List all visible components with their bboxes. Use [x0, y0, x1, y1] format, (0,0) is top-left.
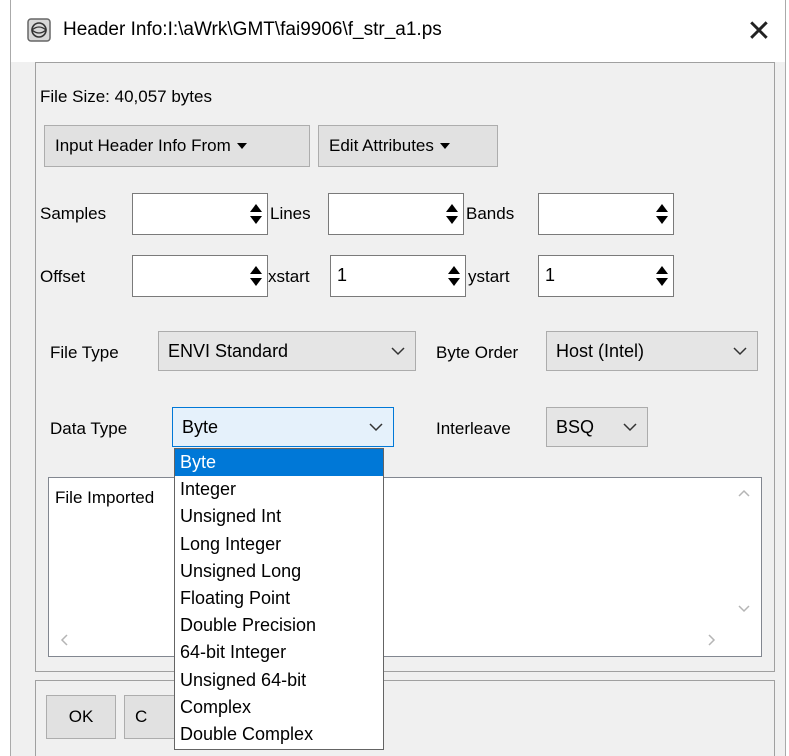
chevron-down-icon: [391, 347, 405, 356]
title-bar[interactable]: Header Info:I:\aWrk\GMT\fai9906\f_str_a1…: [11, 0, 785, 62]
caret-down-icon: [439, 143, 450, 149]
byte-order-value: Host (Intel): [556, 341, 645, 361]
dropdown-option-unsigned-64bit[interactable]: Unsigned 64-bit: [175, 667, 383, 694]
input-header-info-label: Input Header Info From: [55, 136, 231, 155]
window-title: Header Info:I:\aWrk\GMT\fai9906\f_str_a1…: [63, 19, 442, 40]
byte-order-label: Byte Order: [436, 343, 519, 362]
lines-spinner[interactable]: [328, 193, 464, 235]
chevron-down-icon: [369, 423, 383, 432]
header-info-dialog: Header Info:I:\aWrk\GMT\fai9906\f_str_a1…: [10, 0, 786, 756]
chevron-down-icon: [623, 423, 637, 432]
input-header-info-button[interactable]: Input Header Info From: [44, 125, 310, 167]
app-icon: [27, 18, 51, 42]
edit-attributes-label: Edit Attributes: [329, 136, 434, 155]
file-type-label: File Type: [50, 343, 119, 362]
dropdown-option-unsigned-long[interactable]: Unsigned Long: [175, 558, 383, 585]
button-bar: OK C: [35, 680, 775, 756]
spinner-arrows-icon[interactable]: [445, 202, 459, 226]
dropdown-option-floating-point[interactable]: Floating Point: [175, 585, 383, 612]
bands-label: Bands: [466, 204, 515, 223]
data-type-select[interactable]: Byte: [172, 407, 394, 447]
log-textarea[interactable]: File Imported: [48, 477, 762, 657]
horizontal-scrollbar[interactable]: [49, 622, 729, 656]
interleave-label: Interleave: [436, 419, 511, 438]
data-type-dropdown-list[interactable]: Byte Integer Unsigned Int Long Integer U…: [174, 448, 384, 750]
ok-label: OK: [68, 707, 94, 726]
dropdown-option-long-integer[interactable]: Long Integer: [175, 531, 383, 558]
spinner-arrows-icon[interactable]: [655, 202, 669, 226]
ystart-spinner[interactable]: 1: [538, 255, 674, 297]
log-text: File Imported: [55, 488, 155, 507]
data-type-value: Byte: [182, 417, 219, 437]
interleave-value: BSQ: [556, 417, 595, 437]
lines-label: Lines: [270, 204, 311, 223]
spinner-arrows-icon[interactable]: [249, 264, 263, 288]
scroll-right-icon[interactable]: [707, 633, 717, 647]
file-type-select[interactable]: ENVI Standard: [158, 331, 416, 371]
scroll-left-icon[interactable]: [59, 633, 69, 647]
ok-button[interactable]: OK: [46, 695, 116, 739]
samples-spinner[interactable]: [132, 193, 268, 235]
data-type-label: Data Type: [50, 419, 128, 438]
vertical-scrollbar[interactable]: [727, 478, 761, 624]
ystart-value: 1: [545, 265, 556, 285]
offset-spinner[interactable]: [132, 255, 268, 297]
bands-spinner[interactable]: [538, 193, 674, 235]
file-size-label: File Size: 40,057 bytes: [40, 87, 212, 106]
caret-down-icon: [236, 143, 247, 149]
dropdown-option-64bit-integer[interactable]: 64-bit Integer: [175, 639, 383, 666]
file-type-value: ENVI Standard: [168, 341, 289, 361]
dropdown-option-byte[interactable]: Byte: [175, 449, 383, 477]
scroll-down-icon[interactable]: [737, 604, 751, 614]
interleave-select[interactable]: BSQ: [546, 407, 648, 447]
edit-attributes-button[interactable]: Edit Attributes: [318, 125, 498, 167]
byte-order-select[interactable]: Host (Intel): [546, 331, 758, 371]
chevron-down-icon: [733, 347, 747, 356]
offset-label: Offset: [40, 267, 86, 286]
samples-label: Samples: [40, 204, 107, 223]
dropdown-option-unsigned-int[interactable]: Unsigned Int: [175, 503, 383, 530]
spinner-arrows-icon[interactable]: [249, 202, 263, 226]
xstart-value: 1: [337, 265, 348, 285]
main-panel: File Size: 40,057 bytes Input Header Inf…: [35, 62, 775, 672]
xstart-spinner[interactable]: 1: [330, 255, 466, 297]
spinner-arrows-icon[interactable]: [447, 264, 461, 288]
dropdown-option-double-precision[interactable]: Double Precision: [175, 612, 383, 639]
close-button[interactable]: ✕: [733, 0, 785, 62]
spinner-arrows-icon[interactable]: [655, 264, 669, 288]
ystart-label: ystart: [468, 267, 510, 286]
scroll-up-icon[interactable]: [737, 488, 751, 498]
close-icon: ✕: [746, 14, 772, 48]
dropdown-option-double-complex[interactable]: Double Complex: [175, 721, 383, 748]
dropdown-option-complex[interactable]: Complex: [175, 694, 383, 721]
xstart-label: xstart: [268, 267, 310, 286]
cancel-label: C: [135, 707, 148, 726]
dropdown-option-integer[interactable]: Integer: [175, 476, 383, 503]
